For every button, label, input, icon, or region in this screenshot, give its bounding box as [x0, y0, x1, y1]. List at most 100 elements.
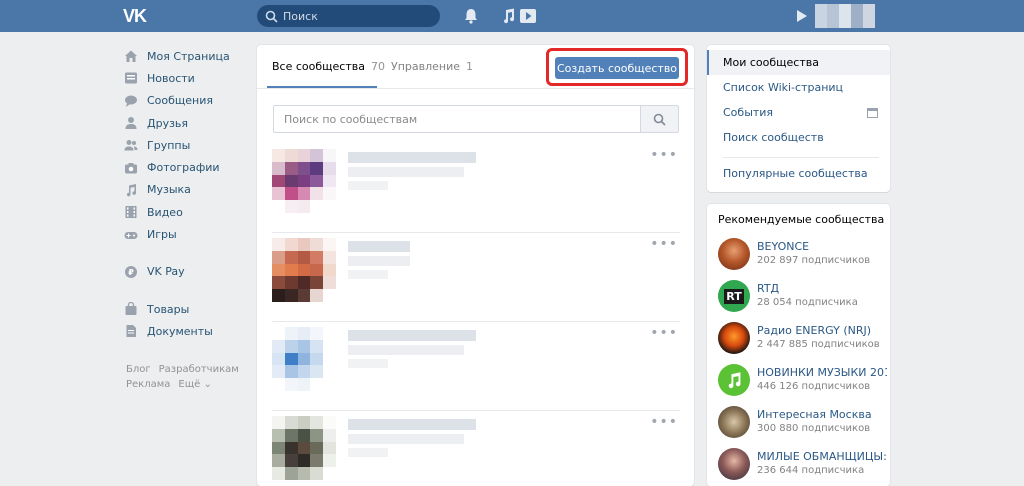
- search-icon: [265, 10, 278, 23]
- groups-icon: [124, 140, 138, 151]
- group-avatar-blurred: [272, 327, 336, 391]
- tab-management[interactable]: Управление 1: [391, 60, 473, 73]
- list-item[interactable]: •••: [272, 234, 680, 322]
- recommended-item[interactable]: BEYONCE 202 897 подписчиков: [718, 238, 888, 278]
- nav-video[interactable]: Видео: [124, 201, 244, 223]
- avatar[interactable]: [718, 322, 750, 354]
- recommended-name[interactable]: BEYONCE: [757, 240, 887, 253]
- avatar[interactable]: [718, 364, 750, 396]
- more-options-icon[interactable]: •••: [650, 415, 678, 429]
- recommended-subscribers: 236 644 подписчика: [757, 465, 865, 476]
- user-avatar-blurred[interactable]: [815, 4, 875, 28]
- avatar[interactable]: [718, 238, 750, 270]
- avatar[interactable]: RT: [718, 280, 750, 312]
- music-note-icon[interactable]: [499, 7, 517, 25]
- recommended-subscribers: 28 054 подписчика: [757, 297, 858, 308]
- more-options-icon[interactable]: •••: [650, 326, 678, 340]
- vkpay-icon: ₽: [125, 265, 137, 278]
- community-search: [273, 105, 679, 133]
- footer-blog-link[interactable]: Блог: [126, 364, 151, 375]
- more-options-icon[interactable]: •••: [650, 237, 678, 251]
- nav-games[interactable]: Игры: [124, 223, 244, 245]
- recommended-name[interactable]: Интересная Москва: [757, 408, 887, 421]
- tab-all-communities[interactable]: Все сообщества 70: [272, 60, 385, 73]
- nav-messages[interactable]: Сообщения: [124, 90, 244, 112]
- highlight-frame: Создать сообщество: [546, 48, 688, 86]
- svg-text:₽: ₽: [128, 268, 134, 277]
- nav-separator: [124, 283, 244, 298]
- nav-groups[interactable]: Группы: [124, 134, 244, 156]
- blurred-title: [348, 152, 476, 163]
- rmenu-my-communities[interactable]: Мои сообщества: [707, 50, 890, 75]
- recommended-name[interactable]: RTД: [757, 282, 887, 295]
- header-search[interactable]: Поиск: [257, 5, 440, 27]
- rmenu-popular-communities[interactable]: Популярные сообщества: [707, 161, 890, 186]
- blurred-meta: [348, 448, 388, 457]
- left-footer: Блог Разработчикам Реклама Ещё ⌄: [126, 362, 246, 392]
- nav-documents[interactable]: Документы: [124, 320, 244, 342]
- blurred-title: [348, 419, 476, 430]
- community-search-input[interactable]: [274, 106, 640, 132]
- calendar-icon[interactable]: [867, 107, 878, 118]
- friends-icon: [125, 117, 137, 130]
- blurred-subtitle: [348, 434, 464, 444]
- avatar[interactable]: [718, 448, 750, 480]
- create-community-button[interactable]: Создать сообщество: [555, 57, 679, 79]
- nav-goods[interactable]: Товары: [124, 298, 244, 320]
- rmenu-divider: [723, 157, 879, 158]
- player-play-icon[interactable]: [519, 7, 537, 25]
- blurred-subtitle: [348, 345, 464, 355]
- blurred-meta: [348, 270, 388, 279]
- rmenu-events-label: События: [723, 106, 774, 119]
- rmenu-search-communities[interactable]: Поиск сообществ: [707, 125, 890, 150]
- recommended-name[interactable]: МИЛЫЕ ОБМАНЩИЦЫ: ...: [757, 450, 887, 463]
- news-icon: [125, 72, 137, 84]
- document-icon: [126, 325, 136, 338]
- blurred-title: [348, 330, 476, 341]
- blurred-subtitle: [348, 256, 410, 266]
- bell-icon[interactable]: [462, 7, 480, 25]
- recommended-item[interactable]: МИЛЫЕ ОБМАНЩИЦЫ: ... 236 644 подписчика: [718, 448, 888, 486]
- tabs-bar: Все сообщества 70 Управление 1 Создать соо…: [257, 45, 694, 89]
- recommended-item[interactable]: НОВИНКИ МУЗЫКИ 2018 446 126 подписчиков: [718, 364, 888, 404]
- rmenu-events[interactable]: События: [707, 100, 890, 125]
- nav-photos[interactable]: Фотографии: [124, 156, 244, 178]
- nav-music[interactable]: Музыка: [124, 179, 244, 201]
- blurred-meta: [348, 181, 388, 190]
- list-item[interactable]: •••: [272, 412, 680, 486]
- active-tab-indicator: [267, 86, 377, 88]
- communities-panel: Все сообщества 70 Управление 1 Создать соо…: [257, 45, 694, 486]
- community-search-button[interactable]: [640, 106, 678, 132]
- music-note-icon: [728, 372, 741, 389]
- avatar[interactable]: [718, 406, 750, 438]
- nav-news[interactable]: Новости: [124, 67, 244, 89]
- recommended-item[interactable]: RT RTД 28 054 подписчика: [718, 280, 888, 320]
- left-navigation: Моя Страница Новости Сообщения Друзья Гр…: [124, 45, 244, 343]
- footer-ads-link[interactable]: Реклама: [126, 379, 170, 390]
- nav-friends[interactable]: Друзья: [124, 112, 244, 134]
- vk-logo[interactable]: VK: [123, 5, 153, 27]
- list-item[interactable]: •••: [272, 145, 680, 233]
- bag-icon: [125, 302, 137, 316]
- group-avatar-blurred: [272, 149, 336, 213]
- recommended-subscribers: 2 447 885 подписчиков: [757, 339, 880, 350]
- list-item[interactable]: •••: [272, 323, 680, 411]
- nav-my-page[interactable]: Моя Страница: [124, 45, 244, 67]
- recommended-item[interactable]: Радио ENERGY (NRJ) 2 447 885 подписчиков: [718, 322, 888, 362]
- recommended-item[interactable]: Интересная Москва 300 880 подписчиков: [718, 406, 888, 446]
- recommended-name[interactable]: НОВИНКИ МУЗЫКИ 2018: [757, 366, 887, 379]
- more-options-icon[interactable]: •••: [650, 148, 678, 162]
- gamepad-icon: [124, 231, 138, 239]
- nav-vkpay[interactable]: ₽ VK Pay: [124, 261, 244, 283]
- nav-separator: [124, 246, 244, 261]
- recommended-name[interactable]: Радио ENERGY (NRJ): [757, 324, 887, 337]
- camera-icon: [125, 162, 137, 174]
- footer-more-link[interactable]: Ещё ⌄: [178, 379, 211, 390]
- search-icon: [653, 113, 666, 126]
- recommended-subscribers: 300 880 подписчиков: [757, 423, 871, 434]
- rmenu-wiki-pages[interactable]: Список Wiki-страниц: [707, 75, 890, 100]
- recommended-communities: Рекомендуемые сообщества BEYONCE 202 897…: [707, 204, 890, 486]
- header-search-placeholder: Поиск: [283, 9, 318, 23]
- footer-developers-link[interactable]: Разработчикам: [159, 364, 239, 375]
- play-icon[interactable]: [793, 7, 811, 25]
